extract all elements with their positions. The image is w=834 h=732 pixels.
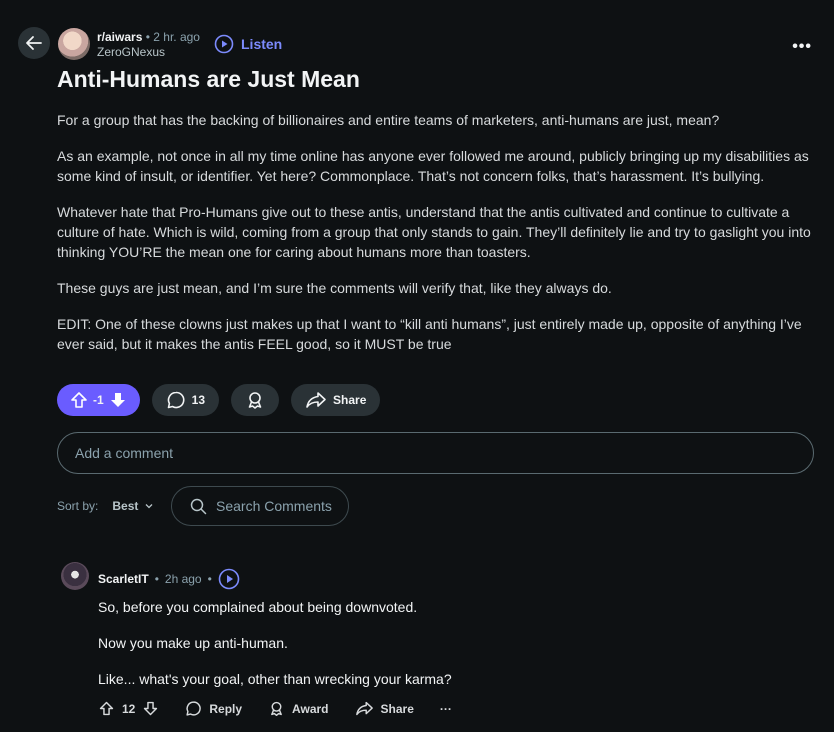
meta-separator: •: [207, 572, 212, 586]
comment-time: 2h ago: [164, 572, 202, 586]
play-icon: [214, 34, 234, 54]
post-time: 2 hr. ago: [153, 30, 200, 44]
post-paragraph: EDIT: One of these clowns just makes up …: [57, 316, 802, 352]
play-icon[interactable]: [218, 568, 240, 590]
comment-line: Like... what's your goal, other than wre…: [98, 671, 452, 687]
comment-share-label: Share: [380, 701, 414, 716]
search-comments-placeholder: Search Comments: [216, 498, 332, 514]
comment-avatar[interactable]: [61, 562, 89, 590]
comment-actions: 12 Reply Award Share ···: [98, 700, 452, 717]
subreddit-avatar[interactable]: [58, 28, 90, 60]
downvote-icon[interactable]: [108, 390, 128, 410]
comment-score: 12: [122, 701, 136, 716]
post-body: For a group that has the backing of bill…: [57, 110, 813, 370]
back-button[interactable]: [18, 27, 50, 59]
vote-pill: -1: [57, 384, 140, 416]
sort-label: Sort by:: [57, 499, 99, 513]
search-icon: [190, 498, 207, 514]
add-comment-input[interactable]: Add a comment: [57, 432, 814, 474]
post-actions: -1 13 Share: [57, 384, 381, 416]
share-icon: [355, 701, 373, 716]
listen-label: Listen: [241, 36, 283, 52]
chevron-down-icon: [145, 504, 153, 509]
share-label: Share: [333, 393, 367, 407]
comment-vote: 12: [98, 700, 159, 717]
upvote-icon[interactable]: [98, 700, 115, 717]
post-title: Anti-Humans are Just Mean: [57, 66, 360, 92]
share-icon: [306, 392, 326, 408]
sort-dropdown[interactable]: Best: [112, 499, 154, 513]
comment-meta: ScarletIT • 2h ago •: [98, 568, 240, 590]
listen-button[interactable]: Listen: [214, 34, 282, 54]
more-icon[interactable]: •••: [792, 38, 812, 56]
post-paragraph: These guys are just mean, and I’m sure t…: [57, 280, 612, 296]
comment-award-button[interactable]: Award: [268, 700, 329, 717]
downvote-icon[interactable]: [142, 700, 159, 717]
search-comments-input[interactable]: Search Comments: [171, 486, 349, 526]
post-paragraph: Whatever hate that Pro-Humans give out t…: [57, 204, 811, 260]
comment-share-button[interactable]: Share: [355, 700, 414, 717]
upvote-icon[interactable]: [69, 390, 89, 410]
back-arrow-icon: [26, 36, 42, 50]
award-icon: [271, 701, 282, 717]
comment-count: 13: [191, 393, 206, 407]
post-paragraph: For a group that has the backing of bill…: [57, 112, 720, 128]
comment-line: Now you make up anti-human.: [98, 635, 288, 651]
add-comment-placeholder: Add a comment: [75, 445, 174, 461]
sort-value: Best: [112, 499, 139, 513]
comment-line: So, before you complained about being do…: [98, 599, 418, 615]
award-label: Award: [292, 701, 329, 716]
subreddit-name[interactable]: r/aiwars: [97, 30, 142, 44]
comment-author[interactable]: ScarletIT: [98, 572, 149, 586]
comment-icon: [186, 701, 202, 716]
award-button[interactable]: [231, 384, 280, 416]
comment-body: So, before you complained about being do…: [98, 598, 452, 706]
share-button[interactable]: Share: [291, 384, 381, 416]
comment-more-button[interactable]: ···: [440, 702, 452, 716]
meta-separator: •: [154, 572, 159, 586]
sort-control: Sort by: Best: [57, 499, 154, 513]
comments-button[interactable]: 13: [151, 384, 220, 416]
award-icon: [248, 392, 262, 409]
more-icon: ···: [439, 701, 452, 716]
reply-label: Reply: [209, 701, 243, 716]
comment-icon: [167, 391, 185, 409]
reply-button[interactable]: Reply: [185, 700, 242, 717]
post-meta: r/aiwars • 2 hr. ago ZeroGNexus: [97, 30, 200, 60]
vote-count: -1: [93, 393, 104, 407]
post-paragraph: As an example, not once in all my time o…: [57, 148, 809, 184]
meta-separator: •: [145, 30, 150, 44]
post-author[interactable]: ZeroGNexus: [97, 45, 200, 60]
